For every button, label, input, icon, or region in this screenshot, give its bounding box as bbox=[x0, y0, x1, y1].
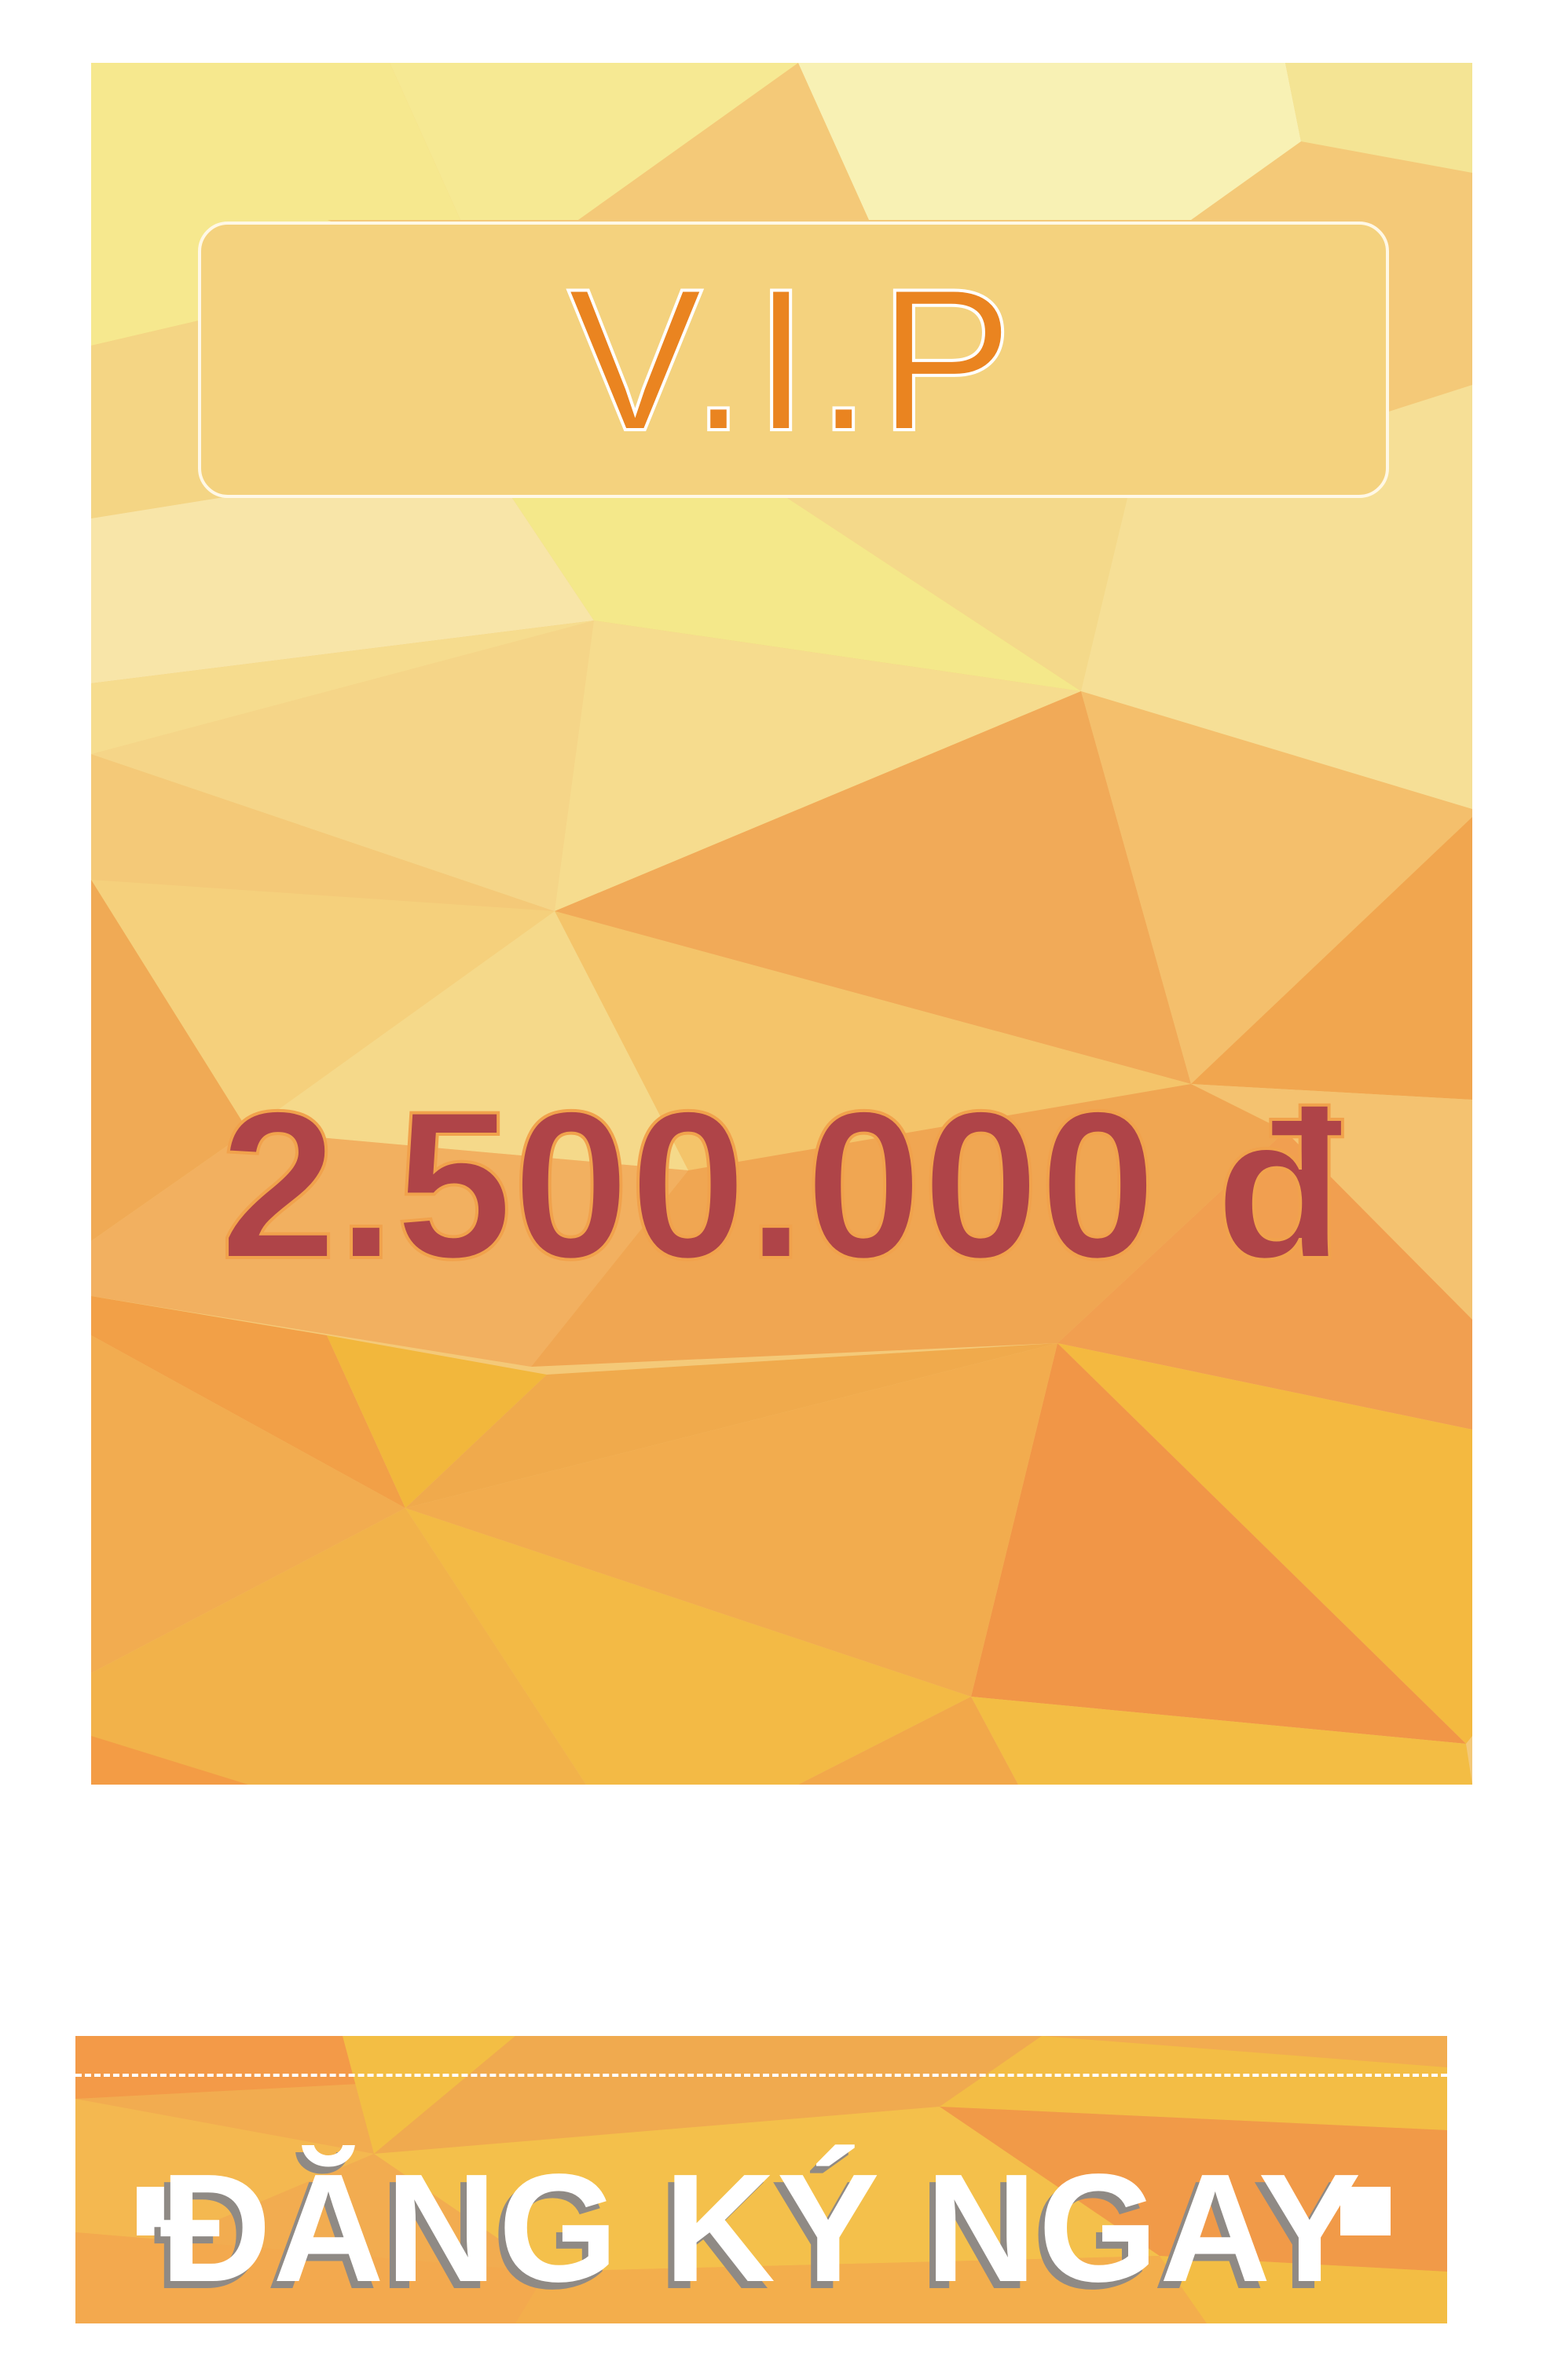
dashed-divider bbox=[75, 2074, 1447, 2077]
price-label: 2.500.000 đ bbox=[218, 1067, 1345, 1302]
vip-title-box: V.I.P bbox=[198, 222, 1389, 498]
vip-title: V.I.P bbox=[566, 246, 1020, 473]
register-now-label: ĐĂNG KÝ NGAY bbox=[159, 2142, 1363, 2314]
register-now-button[interactable]: ĐĂNG KÝ NGAY bbox=[75, 2036, 1447, 2323]
vip-package-card: V.I.P bbox=[91, 63, 1472, 1785]
